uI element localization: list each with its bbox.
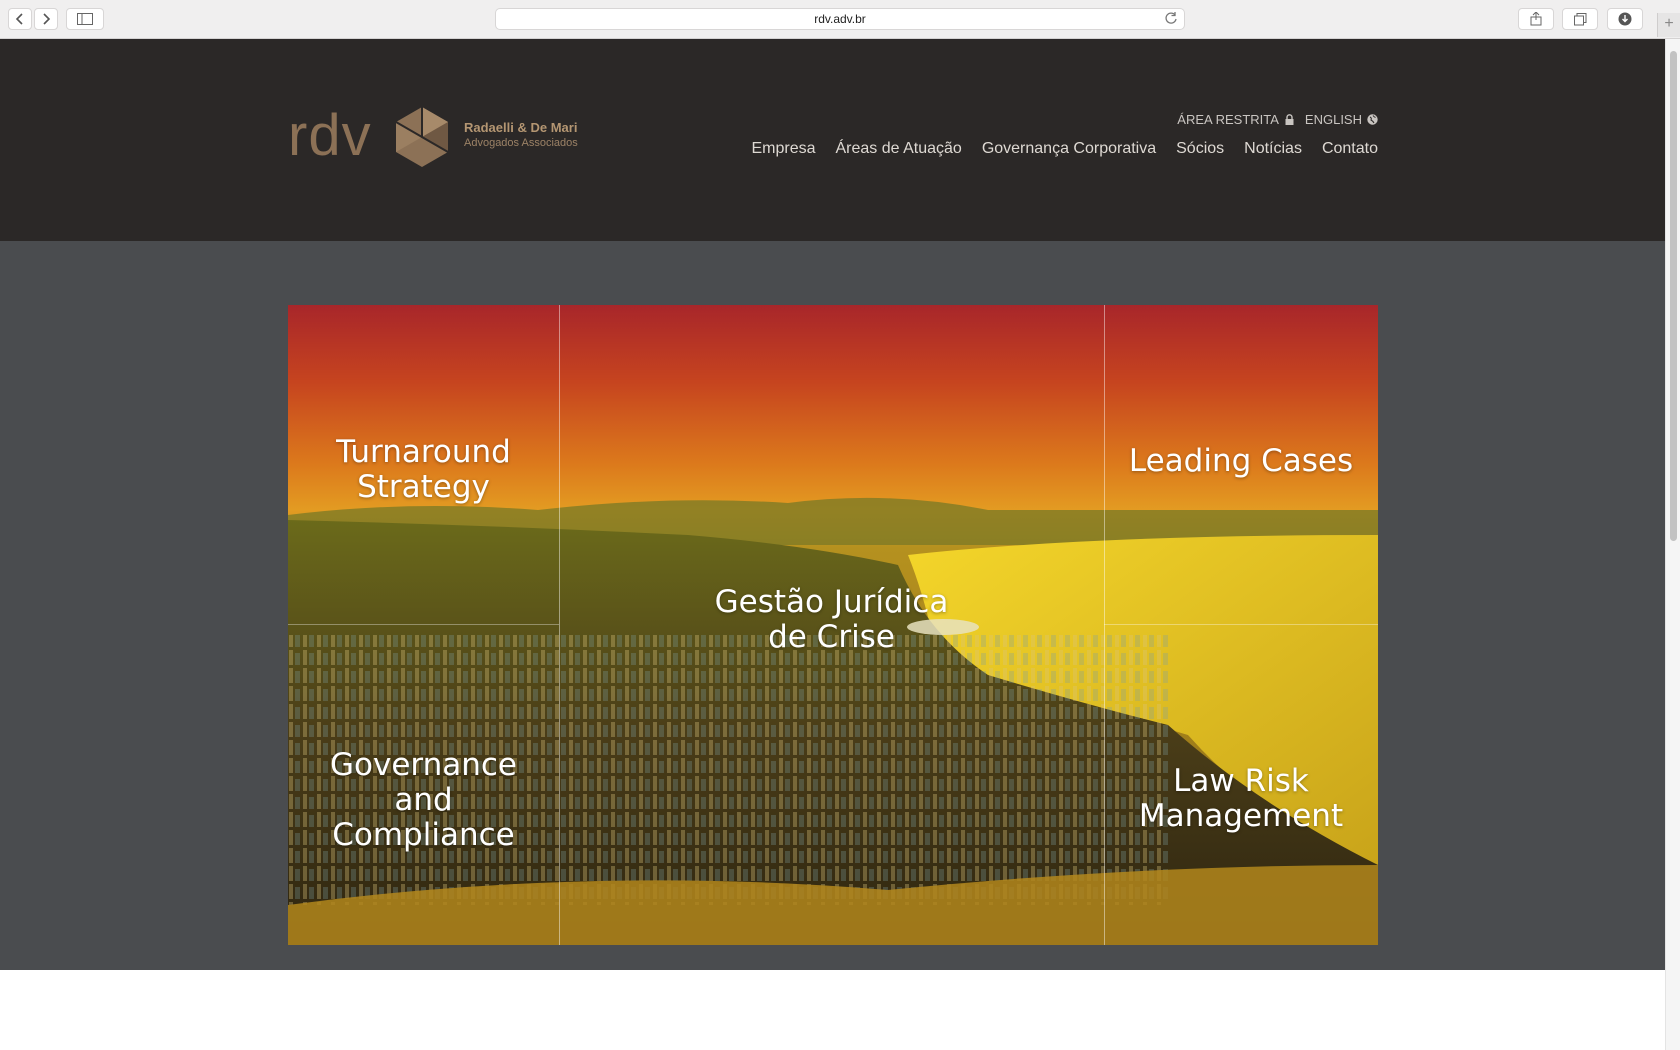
tabs-overview-button[interactable] <box>1562 8 1598 30</box>
share-button[interactable] <box>1518 8 1554 30</box>
nav-item-contato[interactable]: Contato <box>1322 140 1378 158</box>
tile-gestao-juridica-de-crise[interactable]: Gestão Jurídica de Crise <box>559 585 1104 655</box>
tile-text-line: and <box>394 782 453 818</box>
back-button[interactable] <box>8 8 32 30</box>
site-header: rdv Radaelli & De Mari Advogados Associa… <box>0 39 1665 241</box>
tile-law-risk-management[interactable]: Law Risk Management <box>1104 764 1378 834</box>
logo-wordmark: rdv <box>288 103 372 168</box>
globe-icon <box>1367 114 1378 125</box>
tile-text-line: Management <box>1138 798 1344 834</box>
tile-text-line: Leading Cases <box>1128 443 1354 479</box>
nav-item-areas-de-atuacao[interactable]: Áreas de Atuação <box>836 140 962 158</box>
page-footer-area <box>0 970 1665 1050</box>
lock-icon <box>1285 114 1294 125</box>
web-page: rdv Radaelli & De Mari Advogados Associa… <box>0 39 1665 1050</box>
download-icon <box>1618 12 1632 26</box>
tile-text-line: Law Risk <box>1173 763 1309 799</box>
sidebar-icon <box>77 13 93 25</box>
forward-button[interactable] <box>34 8 58 30</box>
tile-divider <box>1104 305 1105 945</box>
sidebar-toggle-button[interactable] <box>66 8 104 30</box>
tile-text-line: Compliance <box>332 817 515 853</box>
english-label: ENGLISH <box>1304 112 1362 127</box>
restricted-area-link[interactable]: ÁREA RESTRITA <box>1177 112 1295 127</box>
english-language-link[interactable]: ENGLISH <box>1305 112 1378 127</box>
tabs-icon <box>1573 12 1586 25</box>
logo-firm-subtitle: Advogados Associados <box>464 137 578 149</box>
share-icon <box>1530 12 1542 26</box>
logo-emblem-icon <box>395 107 449 167</box>
url-text: rdv.adv.br <box>814 12 866 26</box>
nav-item-empresa[interactable]: Empresa <box>751 140 815 158</box>
tile-text-line: Gestão Jurídica <box>714 584 949 620</box>
scrollbar-thumb[interactable] <box>1670 51 1677 541</box>
browser-toolbar: rdv.adv.br + <box>0 0 1680 39</box>
nav-item-noticias[interactable]: Notícias <box>1244 140 1302 158</box>
tile-divider <box>288 624 559 625</box>
tile-turnaround-strategy[interactable]: Turnaround Strategy <box>288 435 559 505</box>
site-logo[interactable]: rdv Radaelli & De Mari Advogados Associa… <box>288 105 588 175</box>
new-tab-button[interactable]: + <box>1657 13 1680 37</box>
logo-firm-name: Radaelli & De Mari <box>464 120 578 135</box>
chevron-right-icon <box>43 13 51 25</box>
utility-links: ÁREA RESTRITA ENGLISH <box>1177 112 1378 127</box>
chevron-left-icon <box>15 13 23 25</box>
tile-divider <box>1104 624 1378 625</box>
reload-icon[interactable] <box>1164 11 1178 25</box>
address-bar[interactable]: rdv.adv.br <box>495 8 1185 30</box>
nav-item-socios[interactable]: Sócios <box>1176 140 1224 158</box>
tile-text-line: Strategy <box>357 469 490 505</box>
hero-banner: Turnaround Strategy Leading Cases Gestão… <box>288 305 1378 945</box>
restricted-area-label: ÁREA RESTRITA <box>1177 112 1279 127</box>
tile-text-line: Turnaround <box>336 434 511 470</box>
nav-item-governanca-corporativa[interactable]: Governança Corporativa <box>982 140 1156 158</box>
tile-governance-and-compliance[interactable]: Governance and Compliance <box>288 748 559 853</box>
tile-text-line: Governance <box>329 747 517 783</box>
downloads-button[interactable] <box>1607 8 1643 30</box>
main-nav: Empresa Áreas de Atuação Governança Corp… <box>751 140 1378 158</box>
tile-text-line: de Crise <box>768 619 895 655</box>
tile-leading-cases[interactable]: Leading Cases <box>1104 444 1378 479</box>
page-scrollbar[interactable] <box>1665 39 1680 1050</box>
